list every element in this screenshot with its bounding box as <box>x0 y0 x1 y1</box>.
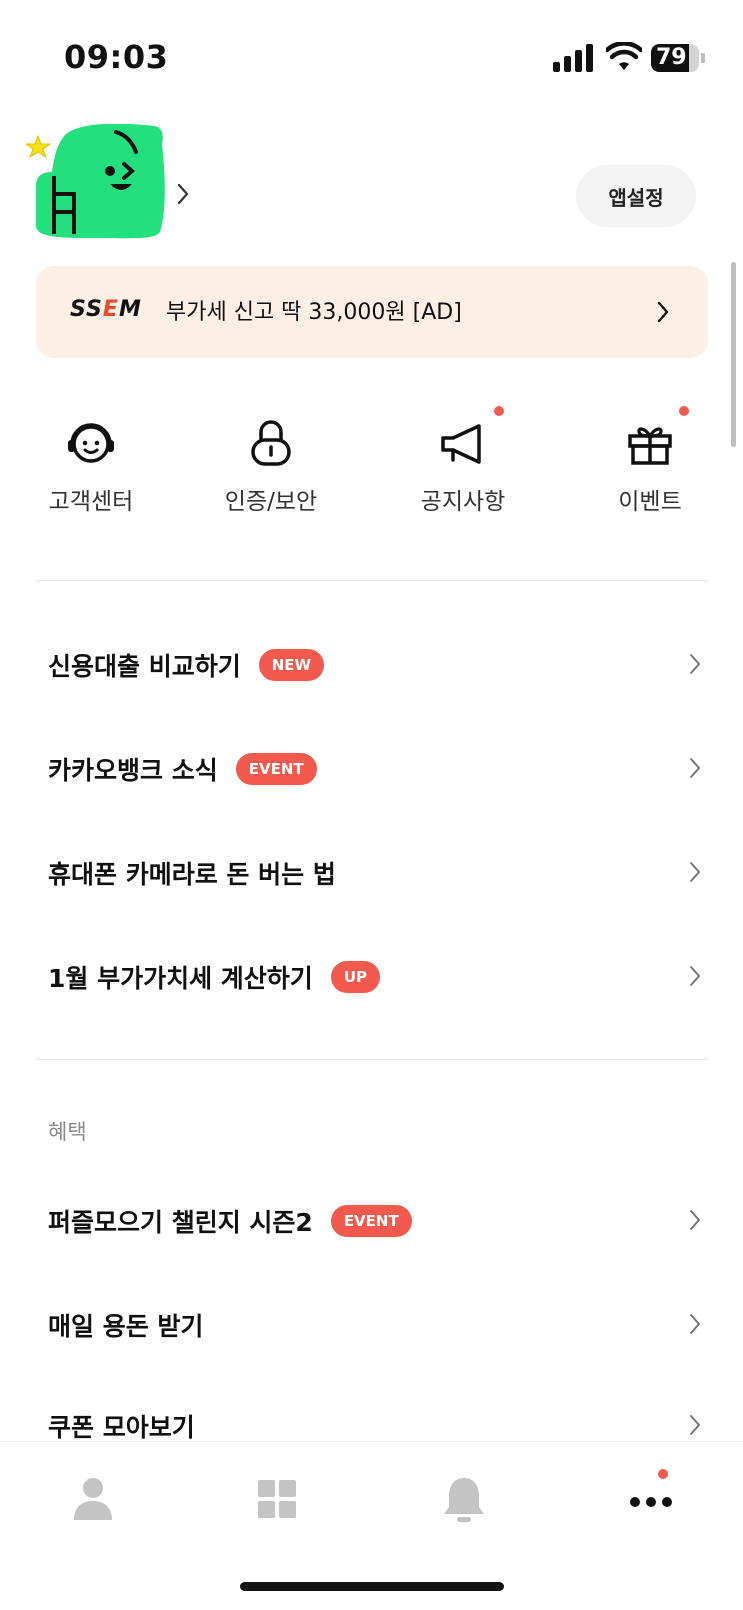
tab-more[interactable] <box>621 1469 681 1530</box>
ad-text: 부가세 신고 딱 33,000원 [AD] <box>166 300 462 325</box>
quick-item-label: 공지사항 <box>420 489 506 515</box>
battery-icon: 79 <box>651 44 706 72</box>
divider <box>36 580 708 581</box>
menu-item-credit-loan[interactable]: 신용대출 비교하기 NEW <box>0 625 743 705</box>
quick-item-event[interactable]: 이벤트 <box>575 400 725 530</box>
menu-item-label: 신용대출 비교하기 <box>48 652 241 681</box>
ssem-logo: SSEM <box>70 297 142 322</box>
chevron-right-icon <box>657 301 669 323</box>
home-indicator <box>240 1582 504 1591</box>
profile-chevron-icon[interactable] <box>176 182 190 206</box>
menu-item-label: 쿠폰 모아보기 <box>48 1413 195 1442</box>
notification-dot <box>679 406 689 416</box>
app-settings-button[interactable]: 앱설정 <box>576 165 696 227</box>
bell-icon <box>444 1478 484 1522</box>
cellular-signal-icon <box>553 44 593 72</box>
support-headset-icon <box>68 423 114 463</box>
gift-icon <box>628 427 672 465</box>
menu-item-camera-earn[interactable]: 휴대폰 카메라로 돈 버는 법 <box>0 833 743 913</box>
wifi-icon <box>606 42 642 70</box>
notification-dot <box>494 406 504 416</box>
menu-item-label: 퍼즐모으기 챌린지 시즌2 <box>48 1208 313 1237</box>
chevron-right-icon <box>690 654 701 674</box>
menu-item-kakaobank-news[interactable]: 카카오뱅크 소식 EVENT <box>0 729 743 809</box>
notification-dot <box>658 1469 668 1479</box>
event-badge: EVENT <box>235 753 317 785</box>
divider <box>36 1059 708 1060</box>
menu-item-label: 카카오뱅크 소식 <box>48 756 218 785</box>
grid-icon <box>258 1480 296 1518</box>
menu-item-daily-allowance[interactable]: 매일 용돈 받기 <box>0 1285 743 1365</box>
chevron-right-icon <box>690 966 701 986</box>
chevron-right-icon <box>690 758 701 778</box>
megaphone-icon <box>441 424 481 464</box>
quick-item-notice[interactable]: 공지사항 <box>388 400 538 530</box>
section-title-benefits: 혜택 <box>48 1120 87 1144</box>
menu-item-label: 매일 용돈 받기 <box>48 1312 204 1341</box>
quick-item-customer-center[interactable]: 고객센터 <box>16 400 166 530</box>
menu-item-vat-calc[interactable]: 1월 부가가치세 계산하기 UP <box>0 937 743 1017</box>
lock-icon <box>251 420 291 466</box>
menu-item-puzzle-challenge[interactable]: 퍼즐모으기 챌린지 시즌2 EVENT <box>0 1181 743 1261</box>
new-badge: NEW <box>258 649 325 681</box>
chevron-right-icon <box>690 862 701 882</box>
tab-notifications[interactable] <box>434 1470 494 1530</box>
person-icon <box>74 1478 112 1520</box>
up-badge: UP <box>330 961 380 993</box>
tab-products[interactable] <box>247 1470 307 1530</box>
profile-avatar[interactable] <box>26 124 196 244</box>
more-icon <box>630 1497 672 1507</box>
chevron-right-icon <box>690 1314 701 1334</box>
tab-profile[interactable] <box>63 1470 123 1530</box>
quick-item-security[interactable]: 인증/보안 <box>196 400 346 530</box>
ad-banner[interactable]: SSEM 부가세 신고 딱 33,000원 [AD] <box>36 266 708 358</box>
menu-item-label: 1월 부가가치세 계산하기 <box>48 964 313 993</box>
status-time: 09:03 <box>64 38 169 76</box>
quick-item-label: 이벤트 <box>618 489 682 515</box>
quick-item-label: 고객센터 <box>48 489 134 515</box>
battery-percent: 79 <box>656 45 687 70</box>
quick-menu: 고객센터 인증/보안 공지사항 이벤트 <box>0 400 743 530</box>
menu-item-label: 휴대폰 카메라로 돈 버는 법 <box>48 860 336 889</box>
character-avatar-icon <box>26 124 165 239</box>
event-badge: EVENT <box>330 1205 412 1237</box>
chevron-right-icon <box>690 1210 701 1230</box>
chevron-right-icon <box>690 1415 701 1435</box>
status-bar: 09:03 79 <box>0 0 743 115</box>
quick-item-label: 인증/보안 <box>224 489 318 515</box>
